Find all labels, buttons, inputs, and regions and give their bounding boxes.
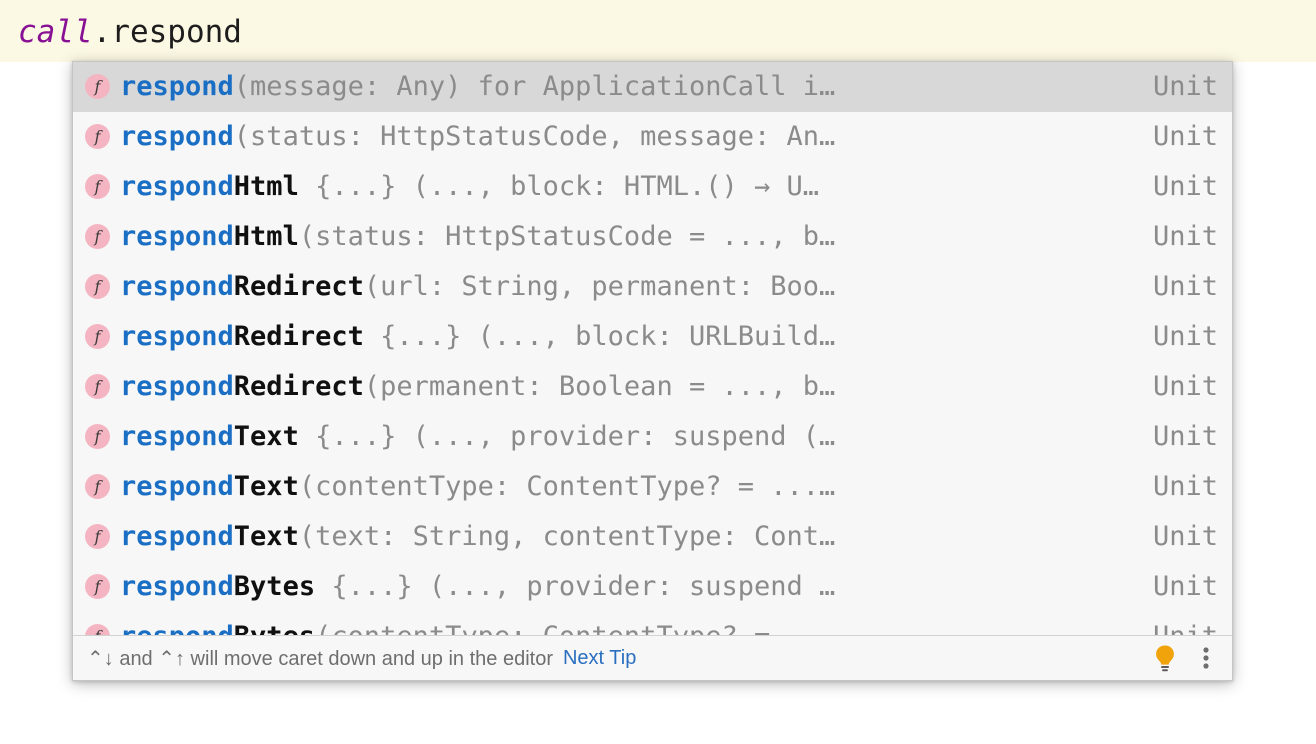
- function-icon: f: [85, 473, 110, 499]
- completion-item-signature: respondBytes {...} (..., provider: suspe…: [120, 570, 1131, 604]
- function-icon: f: [85, 623, 110, 635]
- completion-item-signature: respondRedirect(permanent: Boolean = ...…: [120, 370, 1131, 404]
- name-suffix: Bytes: [233, 571, 316, 602]
- parameter-list: {...} (..., provider: suspend (…: [298, 421, 836, 452]
- name-suffix: Html: [233, 221, 299, 252]
- completion-item[interactable]: f respond(message: Any) for ApplicationCa…: [73, 62, 1232, 112]
- matched-prefix: respond: [120, 221, 234, 252]
- completion-item-return-type: Unit: [1152, 571, 1218, 602]
- completion-item-signature: respond(status: HttpStatusCode, message:…: [120, 120, 1131, 154]
- completion-item[interactable]: f respondRedirect {...} (..., block: URLB…: [73, 312, 1232, 362]
- tip-message: ⌃↓ and ⌃↑ will move caret down and up in…: [87, 647, 553, 670]
- editor-member-token: .respond: [92, 14, 242, 50]
- completion-item-return-type: Unit: [1152, 171, 1218, 202]
- matched-prefix: respond: [120, 521, 234, 552]
- completion-item[interactable]: f respondHtml {...} (..., block: HTML.() …: [73, 162, 1232, 212]
- completion-item-list[interactable]: f respond(message: Any) for ApplicationCa…: [73, 62, 1232, 635]
- parameter-list: {...} (..., block: URLBuild…: [363, 321, 836, 352]
- name-suffix: Text: [233, 421, 299, 452]
- function-icon: f: [85, 273, 110, 299]
- parameter-list: (status: HttpStatusCode, message: An…: [233, 121, 836, 152]
- editor-code-line[interactable]: call.respond: [18, 14, 242, 50]
- more-options-icon[interactable]: [1196, 644, 1220, 672]
- matched-prefix: respond: [120, 121, 234, 152]
- completion-tip-bar: ⌃↓ and ⌃↑ will move caret down and up in…: [73, 635, 1232, 680]
- completion-item-return-type: Unit: [1153, 620, 1218, 635]
- matched-prefix: respond: [120, 421, 234, 452]
- completion-item-signature: respondBytes(contentType: ContentType? =: [120, 620, 1131, 635]
- name-suffix: Bytes: [234, 621, 315, 635]
- function-icon: f: [85, 123, 110, 149]
- next-tip-link[interactable]: Next Tip: [563, 647, 636, 670]
- matched-prefix: respond: [120, 321, 234, 352]
- completion-item-return-type: Unit: [1152, 121, 1218, 152]
- parameter-list: {...} (..., provider: suspend …: [315, 571, 836, 602]
- completion-item-return-type: Unit: [1152, 371, 1218, 402]
- completion-item-signature: respondText(contentType: ContentType? = …: [120, 470, 1131, 504]
- completion-item-return-type: Unit: [1152, 471, 1218, 502]
- lightbulb-icon[interactable]: [1152, 644, 1196, 672]
- completion-item[interactable]: f respondText {...} (..., provider: suspe…: [73, 412, 1232, 462]
- matched-prefix: respond: [120, 71, 234, 102]
- completion-item-return-type: Unit: [1152, 271, 1218, 302]
- name-suffix: Html: [233, 171, 299, 202]
- matched-prefix: respond: [120, 171, 234, 202]
- function-icon: f: [85, 523, 110, 549]
- matched-prefix: respond: [120, 571, 234, 602]
- parameter-list: (status: HttpStatusCode = ..., b…: [298, 221, 836, 252]
- name-suffix: Redirect: [233, 271, 364, 302]
- function-icon: f: [85, 323, 110, 349]
- function-icon: f: [85, 573, 110, 599]
- code-completion-popup[interactable]: f respond(message: Any) for ApplicationCa…: [72, 61, 1233, 681]
- completion-item-signature: respondRedirect(url: String, permanent: …: [120, 270, 1131, 304]
- completion-item-return-type: Unit: [1152, 421, 1218, 452]
- completion-item[interactable]: f respondBytes(contentType: ContentType? …: [73, 612, 1232, 635]
- parameter-list: {...} (..., block: HTML.() → U…: [298, 171, 819, 202]
- function-icon: f: [85, 173, 110, 199]
- completion-item[interactable]: f respond(status: HttpStatusCode, message…: [73, 112, 1232, 162]
- completion-item-signature: respondHtml(status: HttpStatusCode = ...…: [120, 220, 1131, 254]
- completion-item-return-type: Unit: [1152, 221, 1218, 252]
- completion-item-return-type: Unit: [1152, 321, 1218, 352]
- completion-item-signature: respondText {...} (..., provider: suspen…: [120, 420, 1131, 454]
- completion-item-signature: respondRedirect {...} (..., block: URLBu…: [120, 320, 1131, 354]
- parameter-list: (contentType: ContentType? = ...…: [298, 471, 836, 502]
- completion-item[interactable]: f respondText(contentType: ContentType? =…: [73, 462, 1232, 512]
- parameter-list: (permanent: Boolean = ..., b…: [363, 371, 836, 402]
- function-icon: f: [85, 73, 110, 99]
- completion-item-return-type: Unit: [1152, 521, 1218, 552]
- parameter-list: (contentType: ContentType? =: [315, 621, 770, 635]
- name-suffix: Redirect: [233, 321, 364, 352]
- matched-prefix: respond: [120, 471, 234, 502]
- name-suffix: Redirect: [233, 371, 364, 402]
- function-icon: f: [85, 223, 110, 249]
- name-suffix: Text: [233, 521, 299, 552]
- matched-prefix: respond: [120, 621, 234, 635]
- completion-item-signature: respond(message: Any) for ApplicationCal…: [120, 70, 1131, 104]
- function-icon: f: [85, 373, 110, 399]
- completion-item[interactable]: f respondBytes {...} (..., provider: susp…: [73, 562, 1232, 612]
- completion-item-signature: respondText(text: String, contentType: C…: [120, 520, 1131, 554]
- completion-item[interactable]: f respondText(text: String, contentType: …: [73, 512, 1232, 562]
- editor-receiver-token: call: [18, 14, 93, 50]
- completion-item-signature: respondHtml {...} (..., block: HTML.() →…: [120, 170, 1131, 204]
- code-editor-line-area: call.respond: [0, 0, 1316, 62]
- matched-prefix: respond: [120, 371, 234, 402]
- completion-item[interactable]: f respondHtml(status: HttpStatusCode = ..…: [73, 212, 1232, 262]
- completion-item-return-type: Unit: [1152, 71, 1218, 102]
- parameter-list: (text: String, contentType: Cont…: [298, 521, 836, 552]
- parameter-list: (url: String, permanent: Boo…: [363, 271, 836, 302]
- completion-item[interactable]: f respondRedirect(permanent: Boolean = ..…: [73, 362, 1232, 412]
- completion-item[interactable]: f respondRedirect(url: String, permanent:…: [73, 262, 1232, 312]
- function-icon: f: [85, 423, 110, 449]
- name-suffix: Text: [233, 471, 299, 502]
- parameter-list: (message: Any) for ApplicationCall i…: [233, 71, 836, 102]
- matched-prefix: respond: [120, 271, 234, 302]
